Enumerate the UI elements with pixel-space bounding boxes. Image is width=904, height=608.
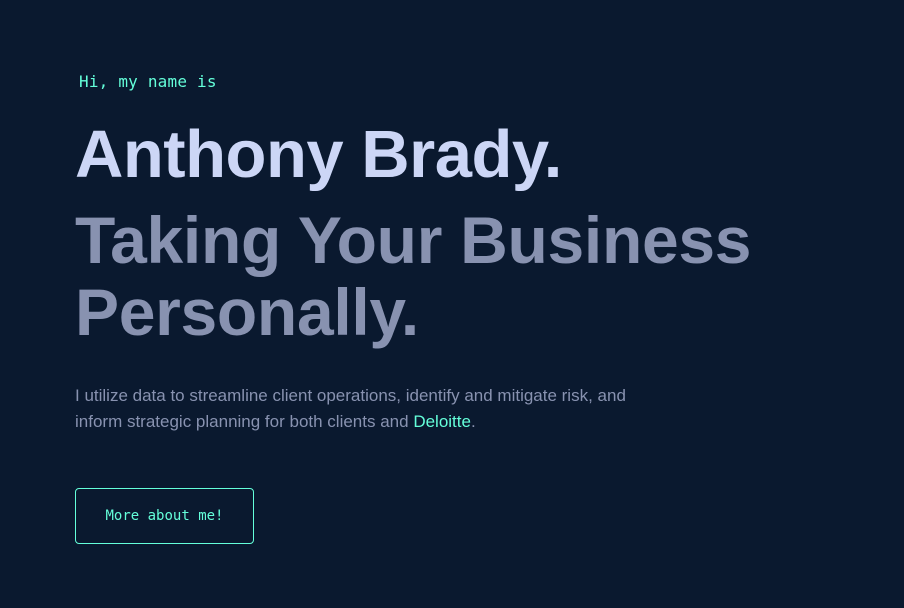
hero-description: I utilize data to streamline client oper… <box>75 383 635 435</box>
hero-section: Hi, my name is Anthony Brady. Taking You… <box>0 0 904 608</box>
deloitte-link[interactable]: Deloitte <box>413 412 471 431</box>
more-about-me-button[interactable]: More about me! <box>75 488 254 544</box>
description-suffix: . <box>470 412 476 431</box>
hero-tagline: Taking Your Business Personally. <box>75 203 752 349</box>
hero-name: Anthony Brady. <box>75 117 562 192</box>
intro-greeting: Hi, my name is <box>79 72 217 91</box>
description-text: I utilize data to streamline client oper… <box>75 386 626 431</box>
